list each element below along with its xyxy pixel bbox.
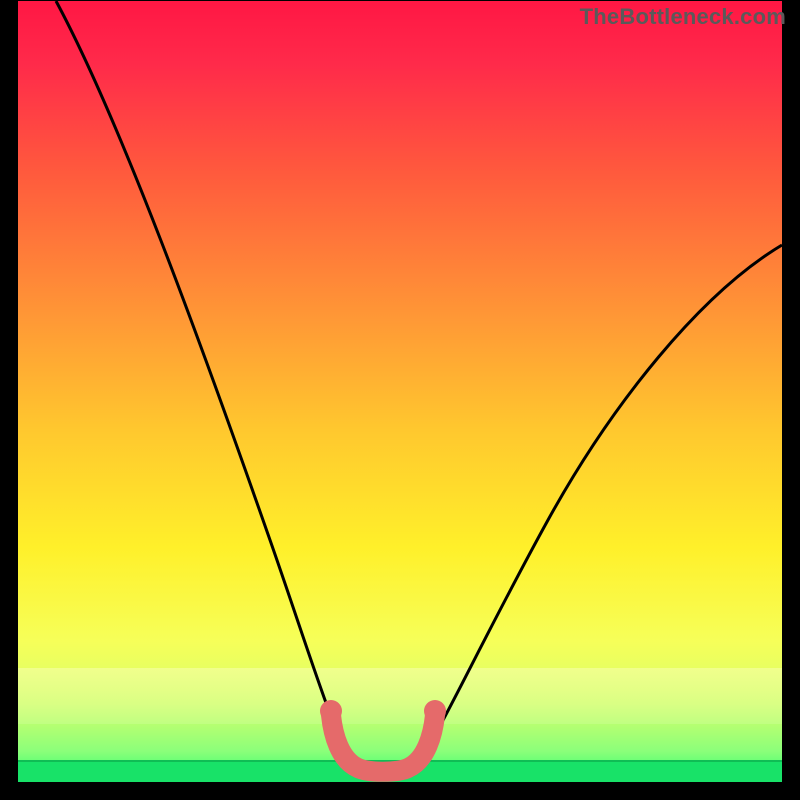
gradient-background (18, 1, 782, 782)
watermark-text: TheBottleneck.com (580, 4, 786, 30)
plot-area (18, 1, 782, 782)
pale-band (18, 668, 782, 724)
chart-stage: TheBottleneck.com (0, 0, 800, 800)
chart-svg (0, 0, 800, 800)
